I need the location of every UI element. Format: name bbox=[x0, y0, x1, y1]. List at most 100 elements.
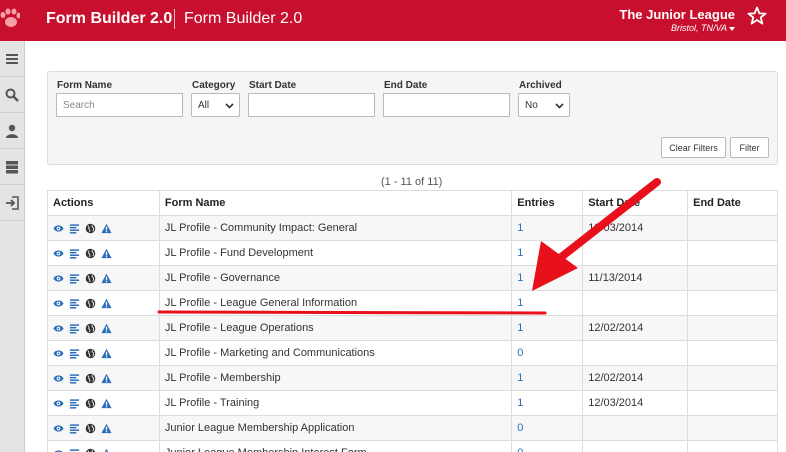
globe-icon[interactable] bbox=[85, 448, 96, 452]
warning-icon[interactable] bbox=[101, 373, 112, 384]
start-date-cell: 12/03/2014 bbox=[582, 215, 689, 241]
app-title[interactable]: Form Builder 2.0 bbox=[46, 10, 172, 28]
form-name-cell[interactable]: JL Profile - League Operations bbox=[158, 315, 513, 341]
entries-link[interactable]: 0 bbox=[511, 415, 584, 441]
eye-icon[interactable] bbox=[53, 223, 64, 234]
entries-link[interactable]: 1 bbox=[511, 290, 584, 316]
list-icon[interactable] bbox=[69, 223, 80, 234]
globe-icon[interactable] bbox=[85, 298, 96, 309]
form-name-cell[interactable]: JL Profile - Membership bbox=[158, 365, 513, 391]
end-date-cell bbox=[687, 265, 778, 291]
menu-icon bbox=[6, 53, 18, 64]
eye-icon[interactable] bbox=[53, 398, 64, 409]
globe-icon[interactable] bbox=[85, 423, 96, 434]
entries-link[interactable]: 1 bbox=[511, 240, 584, 266]
entries-link[interactable]: 0 bbox=[511, 340, 584, 366]
form-name-cell[interactable]: JL Profile - Community Impact: General bbox=[158, 215, 513, 241]
eye-icon[interactable] bbox=[53, 248, 64, 259]
sidebar-item-sign-in[interactable] bbox=[0, 185, 24, 221]
eye-icon[interactable] bbox=[53, 298, 64, 309]
entries-link[interactable]: 1 bbox=[511, 265, 584, 291]
list-icon[interactable] bbox=[69, 398, 80, 409]
globe-icon[interactable] bbox=[85, 373, 96, 384]
form-name-cell[interactable]: JL Profile - League General Information bbox=[158, 290, 513, 316]
form-name-label: Form Name bbox=[57, 80, 113, 91]
warning-icon[interactable] bbox=[101, 248, 112, 259]
list-icon[interactable] bbox=[69, 423, 80, 434]
form-name-search-input[interactable] bbox=[56, 93, 183, 117]
paw-logo-icon[interactable] bbox=[0, 8, 20, 30]
list-icon[interactable] bbox=[69, 348, 80, 359]
column-header-form-name[interactable]: Form Name bbox=[158, 190, 513, 216]
category-select[interactable]: All bbox=[191, 93, 240, 117]
list-icon[interactable] bbox=[69, 323, 80, 334]
entries-link[interactable]: 1 bbox=[511, 390, 584, 416]
organization-menu[interactable]: The Junior League Bristol, TN/VA bbox=[619, 7, 735, 33]
list-icon[interactable] bbox=[69, 448, 80, 452]
category-label: Category bbox=[192, 80, 236, 91]
archived-select[interactable]: No bbox=[518, 93, 570, 117]
table-row: JL Profile - Marketing and Communication… bbox=[47, 340, 778, 366]
warning-icon[interactable] bbox=[101, 423, 112, 434]
search-icon bbox=[5, 88, 19, 102]
form-name-cell[interactable]: JL Profile - Training bbox=[158, 390, 513, 416]
globe-icon[interactable] bbox=[85, 398, 96, 409]
title-divider bbox=[174, 9, 175, 29]
entries-link[interactable]: 0 bbox=[511, 440, 584, 452]
eye-icon[interactable] bbox=[53, 423, 64, 434]
form-name-cell[interactable]: Junior League Membership Interest Form bbox=[158, 440, 513, 452]
entries-link[interactable]: 1 bbox=[511, 315, 584, 341]
start-date-label: Start Date bbox=[249, 80, 297, 91]
eye-icon[interactable] bbox=[53, 348, 64, 359]
form-name-cell[interactable]: JL Profile - Fund Development bbox=[158, 240, 513, 266]
column-header-end-date[interactable]: End Date bbox=[687, 190, 778, 216]
warning-icon[interactable] bbox=[101, 223, 112, 234]
filter-panel: Form Name Category All Start Date End Da… bbox=[47, 71, 778, 165]
row-actions bbox=[47, 340, 160, 366]
table-row: Junior League Membership Interest Form0 bbox=[47, 440, 778, 452]
entries-link[interactable]: 1 bbox=[511, 215, 584, 241]
globe-icon[interactable] bbox=[85, 223, 96, 234]
sidebar-item-server[interactable] bbox=[0, 149, 24, 185]
table-row: JL Profile - Membership 1 12/02/2014 bbox=[47, 365, 778, 391]
end-date-label: End Date bbox=[384, 80, 428, 91]
warning-icon[interactable] bbox=[101, 448, 112, 452]
eye-icon[interactable] bbox=[53, 448, 64, 452]
start-date-input[interactable] bbox=[248, 93, 375, 117]
clear-filters-button[interactable]: Clear Filters bbox=[661, 137, 726, 158]
table-row: JL Profile - Training 1 12/03/2014 bbox=[47, 390, 778, 416]
globe-icon[interactable] bbox=[85, 348, 96, 359]
start-date-cell bbox=[582, 415, 689, 441]
list-icon[interactable] bbox=[69, 248, 80, 259]
globe-icon[interactable] bbox=[85, 248, 96, 259]
eye-icon[interactable] bbox=[53, 323, 64, 334]
star-icon[interactable] bbox=[747, 6, 767, 26]
form-name-cell[interactable]: Junior League Membership Application bbox=[158, 415, 513, 441]
list-icon[interactable] bbox=[69, 373, 80, 384]
eye-icon[interactable] bbox=[53, 373, 64, 384]
table-header-row: Actions Form Name Entries Start Date End… bbox=[47, 190, 778, 216]
warning-icon[interactable] bbox=[101, 273, 112, 284]
globe-icon[interactable] bbox=[85, 323, 96, 334]
list-icon[interactable] bbox=[69, 298, 80, 309]
end-date-input[interactable] bbox=[383, 93, 510, 117]
filter-button[interactable]: Filter bbox=[730, 137, 769, 158]
list-icon[interactable] bbox=[69, 273, 80, 284]
column-header-entries[interactable]: Entries bbox=[511, 190, 584, 216]
column-header-start-date[interactable]: Start Date bbox=[582, 190, 689, 216]
warning-icon[interactable] bbox=[101, 323, 112, 334]
server-icon bbox=[6, 160, 18, 173]
warning-icon[interactable] bbox=[101, 348, 112, 359]
eye-icon[interactable] bbox=[53, 273, 64, 284]
row-actions bbox=[47, 415, 160, 441]
warning-icon[interactable] bbox=[101, 298, 112, 309]
globe-icon[interactable] bbox=[85, 273, 96, 284]
form-name-cell[interactable]: JL Profile - Marketing and Communication… bbox=[158, 340, 513, 366]
table-row: JL Profile - League Operations 1 12/02/201… bbox=[47, 315, 778, 341]
form-name-cell[interactable]: JL Profile - Governance bbox=[158, 265, 513, 291]
entries-link[interactable]: 1 bbox=[511, 365, 584, 391]
sidebar-item-menu[interactable] bbox=[0, 41, 24, 77]
sidebar-item-user[interactable] bbox=[0, 113, 24, 149]
sidebar-item-search[interactable] bbox=[0, 77, 24, 113]
warning-icon[interactable] bbox=[101, 398, 112, 409]
